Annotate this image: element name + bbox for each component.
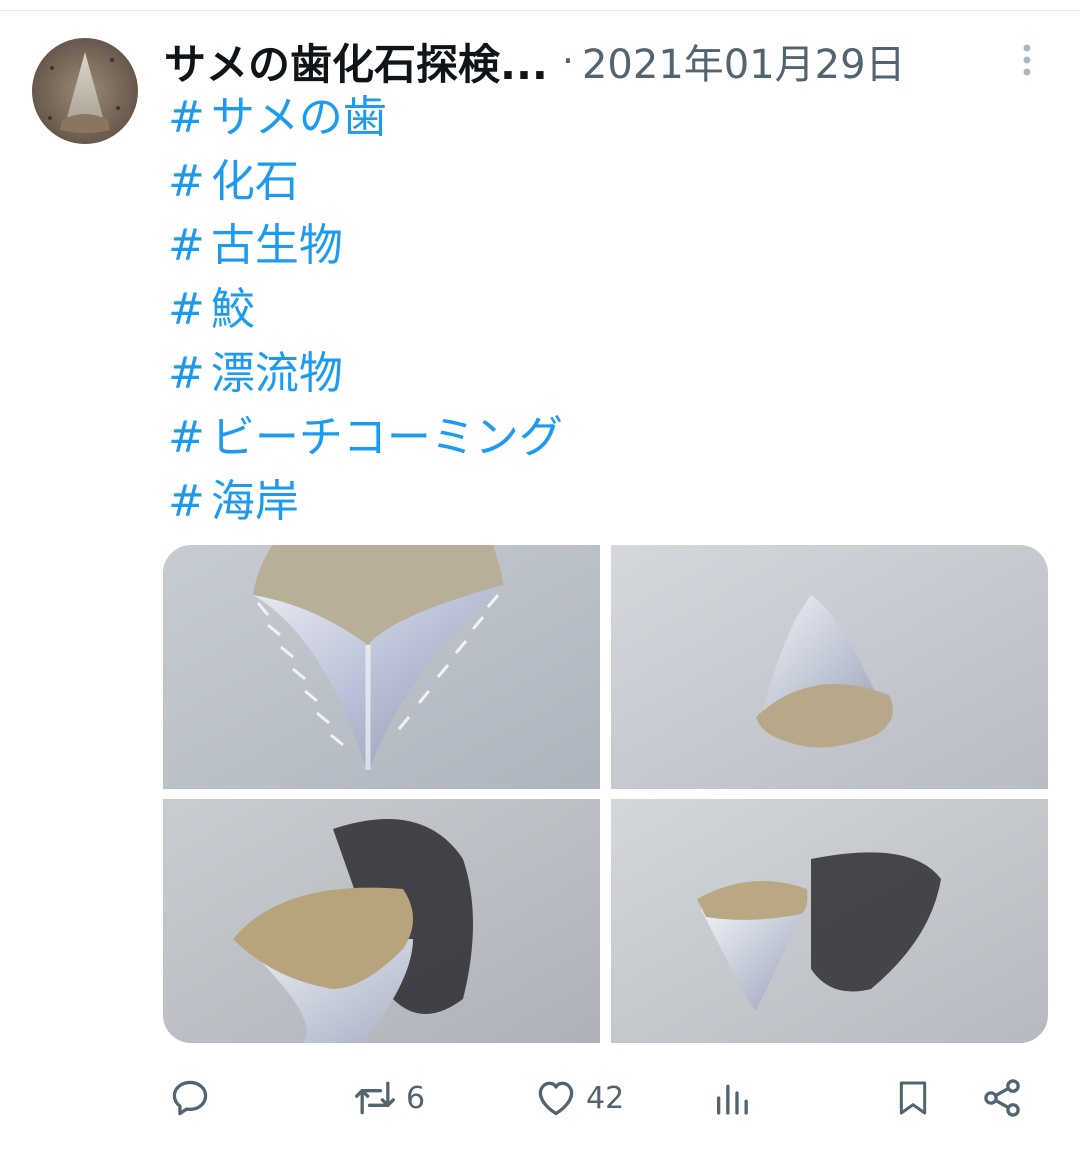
hashtag-link[interactable]: # 化石 [168,150,1048,214]
more-vertical-icon [1023,44,1031,76]
media-photo-1[interactable] [163,545,600,789]
share-icon [980,1076,1024,1120]
hashtag-link[interactable]: # 海岸 [168,470,1048,534]
display-name[interactable]: サメの歯化石探検... [164,31,548,92]
media-photo-4[interactable] [611,799,1048,1043]
shark-tooth-small-photo [611,799,1048,1043]
shark-tooth-closeup-photo [163,545,600,789]
analytics-icon [712,1076,752,1120]
hashtag-link[interactable]: # 鮫 [168,278,1048,342]
tweet-actions: 6 42 [0,1068,1080,1128]
shark-tooth-shadow-photo [163,799,600,1043]
tweet-date[interactable]: 2021年01月29日 [582,32,906,90]
bookmark-icon [893,1075,933,1121]
hashtag-link[interactable]: # サメの歯 [168,86,1048,150]
hashtag-link[interactable]: # 漂流物 [168,342,1048,406]
reply-icon [168,1076,212,1120]
media-photo-3[interactable] [163,799,600,1043]
tweet-hashtags: # サメの歯 # 化石 # 古生物 # 鮫 # 漂流物 # ビーチコーミング # 海岸 [168,86,1048,534]
views-button[interactable] [712,1068,760,1128]
bookmark-button[interactable] [893,1068,933,1128]
avatar[interactable] [32,38,138,144]
tweet-header: サメの歯化石探検... · 2021年01月29日 [164,30,906,92]
retweet-button[interactable]: 6 [352,1068,425,1128]
like-count: 42 [586,1080,625,1116]
hashtag-link[interactable]: # 古生物 [168,214,1048,278]
retweet-icon [352,1076,398,1120]
heart-icon [534,1076,578,1120]
media-grid [163,545,1048,1043]
hashtag-link[interactable]: # ビーチコーミング [168,406,1048,470]
shark-tooth-back-photo [611,545,1048,789]
retweet-count: 6 [406,1080,426,1116]
reply-button[interactable] [168,1068,220,1128]
avatar-image [32,38,138,144]
share-button[interactable] [980,1068,1024,1128]
header-separator: · [561,39,574,83]
media-photo-2[interactable] [611,545,1048,789]
more-options-button[interactable] [1010,40,1044,80]
like-button[interactable]: 42 [534,1068,624,1128]
top-divider [0,10,1080,11]
